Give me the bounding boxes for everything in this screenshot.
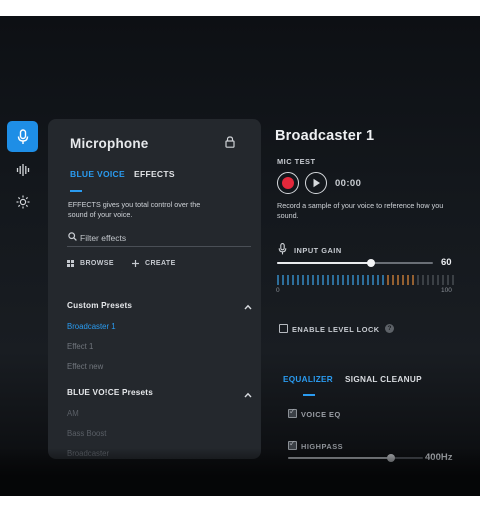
play-icon xyxy=(313,178,320,188)
create-button[interactable]: CREATE xyxy=(132,260,176,267)
mic-test-timer: 00:00 xyxy=(335,178,362,189)
level-lock-label: ENABLE LEVEL LOCK xyxy=(292,325,380,334)
input-gain-label: INPUT GAIN xyxy=(294,246,342,255)
preset-broadcaster[interactable]: Broadcaster xyxy=(67,449,109,458)
tab-signal-cleanup[interactable]: SIGNAL CLEANUP xyxy=(345,375,422,384)
blue-voice-presets-heading: BLUE VO!CE Presets xyxy=(67,388,153,397)
preset-am[interactable]: AM xyxy=(67,409,79,418)
app-window: Microphone BLUE VOICE EFFECTS EFFECTS gi… xyxy=(0,16,480,496)
help-icon[interactable]: ? xyxy=(385,324,394,333)
browse-label: BROWSE xyxy=(80,260,114,267)
level-lock-checkbox[interactable] xyxy=(279,324,288,333)
brightness-icon xyxy=(16,195,29,208)
lock-icon[interactable] xyxy=(225,136,235,148)
highpass-slider-fill xyxy=(288,457,391,459)
filter-effects-input[interactable] xyxy=(80,230,240,245)
search-icon xyxy=(68,232,77,241)
highpass-slider-knob[interactable] xyxy=(387,454,395,462)
create-label: CREATE xyxy=(145,260,176,267)
preset-bass-boost[interactable]: Bass Boost xyxy=(67,429,106,438)
play-button[interactable] xyxy=(305,172,327,194)
panel-title: Microphone xyxy=(70,136,149,151)
rail-lighting-button[interactable] xyxy=(7,186,38,217)
eq-tab-indicator xyxy=(303,394,315,396)
input-gain-value: 60 xyxy=(441,257,452,268)
rail-microphone-button[interactable] xyxy=(7,121,38,152)
highpass-checkbox[interactable] xyxy=(288,439,297,450)
meter-scale-max: 100 xyxy=(441,287,452,294)
preset-broadcaster-1[interactable]: Broadcaster 1 xyxy=(67,322,116,331)
voice-eq-checkbox[interactable] xyxy=(288,407,297,418)
browse-button[interactable]: BROWSE xyxy=(67,260,114,267)
waveform-icon xyxy=(16,163,29,176)
grid-icon xyxy=(67,260,74,267)
custom-presets-heading: Custom Presets xyxy=(67,301,133,310)
meter-scale-min: 0 xyxy=(276,287,280,294)
highpass-value: 400Hz xyxy=(425,452,453,463)
effects-panel: Microphone BLUE VOICE EFFECTS EFFECTS gi… xyxy=(48,119,261,459)
microphone-icon xyxy=(17,128,28,144)
active-tab-indicator xyxy=(70,190,82,192)
chevron-up-icon[interactable] xyxy=(244,304,252,310)
microphone-icon xyxy=(278,243,287,255)
chevron-up-icon[interactable] xyxy=(244,392,252,398)
preset-effect-1[interactable]: Effect 1 xyxy=(67,342,93,351)
record-icon xyxy=(282,177,294,189)
effects-description: EFFECTS gives you total control over the… xyxy=(68,200,201,219)
tab-equalizer[interactable]: EQUALIZER xyxy=(283,375,333,384)
tab-effects[interactable]: EFFECTS xyxy=(134,169,175,179)
input-gain-slider-fill xyxy=(277,262,371,264)
input-gain-slider-knob[interactable] xyxy=(367,259,375,267)
highpass-label: HIGHPASS xyxy=(301,442,344,451)
mic-test-label: MIC TEST xyxy=(277,157,316,166)
rail-waveform-button[interactable] xyxy=(7,154,38,185)
filter-effects-search xyxy=(67,230,251,247)
record-button[interactable] xyxy=(277,172,299,194)
voice-eq-label: VOICE EQ xyxy=(301,410,341,419)
level-meter xyxy=(277,275,454,285)
preset-effect-new[interactable]: Effect new xyxy=(67,362,103,371)
mic-test-description: Record a sample of your voice to referen… xyxy=(277,201,444,220)
tab-blue-voice[interactable]: BLUE VOICE xyxy=(70,169,125,179)
preset-title: Broadcaster 1 xyxy=(275,128,375,144)
plus-icon xyxy=(132,260,139,267)
